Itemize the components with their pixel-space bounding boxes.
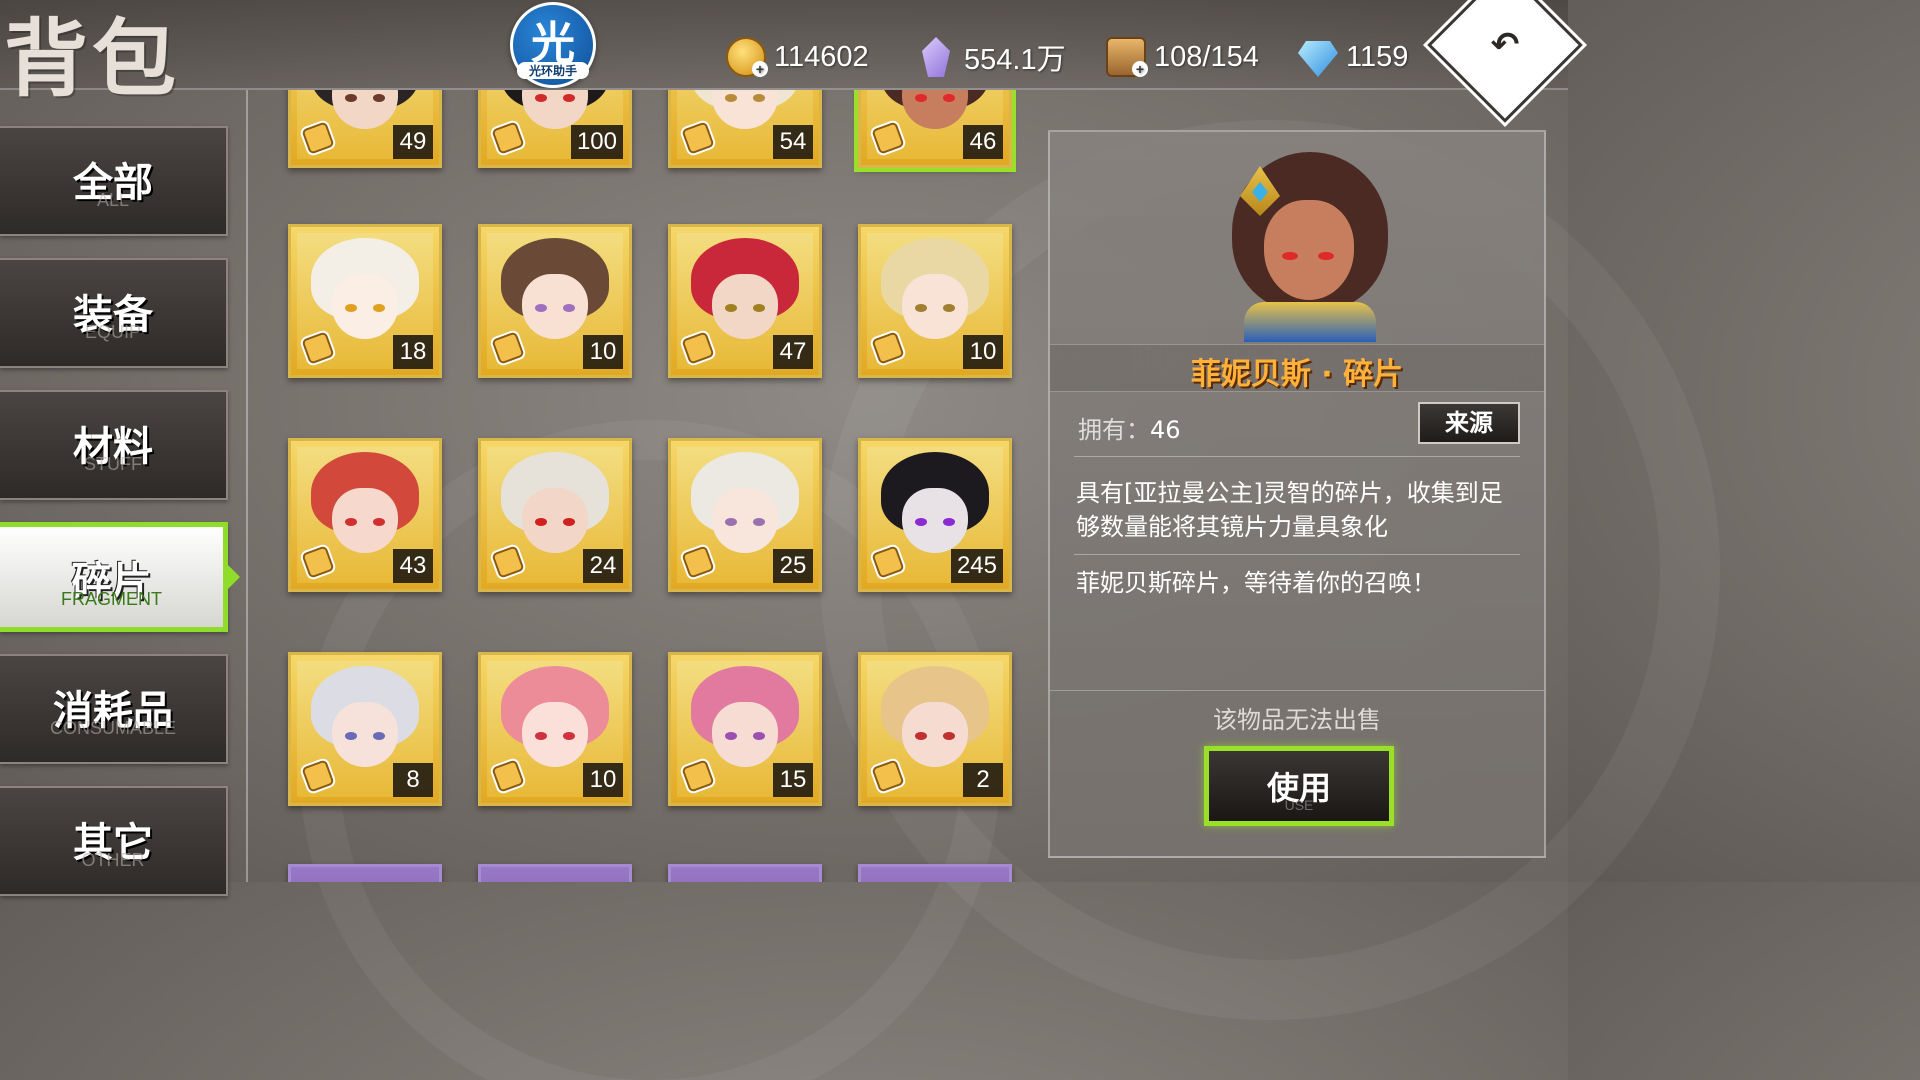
fragment-card[interactable]: 10	[858, 224, 1012, 378]
fragment-card[interactable]: 25	[668, 438, 822, 592]
treasure-chest-icon: +	[1106, 37, 1148, 77]
fragment-card[interactable]: 100	[478, 90, 632, 168]
crystal-value: 554.1万	[964, 44, 1066, 76]
active-tab-indicator	[228, 565, 240, 589]
owned-label: 拥有：	[1078, 416, 1150, 444]
fragment-card[interactable]: 10	[478, 652, 632, 806]
fragment-card[interactable]: 15	[668, 652, 822, 806]
fragment-count: 10	[963, 335, 1003, 369]
fragment-count: 245	[950, 549, 1003, 583]
use-button-sublabel: USE	[1284, 797, 1314, 813]
fragment-card[interactable]: 54	[668, 90, 822, 168]
crystal-resource[interactable]: 554.1万	[916, 34, 1066, 80]
tab-sublabel: OTHER	[81, 850, 145, 870]
divider	[1074, 554, 1520, 555]
fragment-count: 18	[393, 335, 433, 369]
fragment-card[interactable]: 24	[478, 438, 632, 592]
helper-badge[interactable]: 光 光环助手	[510, 2, 596, 88]
fragment-count: 49	[393, 125, 433, 159]
fragment-count: 47	[773, 335, 813, 369]
gold-resource[interactable]: + 114602	[726, 34, 869, 80]
source-button[interactable]: 来源	[1418, 402, 1520, 444]
fragment-count: 15	[773, 763, 813, 797]
tab-sublabel: FRAGMENT	[61, 589, 162, 609]
top-bar: 背包 光 光环助手 + 114602 554.1万 + 108/154 1159	[0, 0, 1568, 108]
purple-crystal-icon	[922, 37, 950, 77]
fragment-card[interactable]: 18	[288, 224, 442, 378]
fragment-count: 24	[583, 549, 623, 583]
fragment-count: 8	[393, 763, 433, 797]
tab-equip[interactable]: 装备 EQUIP	[0, 258, 228, 368]
item-name: 菲妮贝斯 · 碎片	[1190, 357, 1404, 392]
item-flavor-text: 菲妮贝斯碎片，等待着你的召唤！	[1076, 569, 1436, 597]
sidebar-divider	[246, 90, 248, 882]
tab-stuff[interactable]: 材料 STUFF	[0, 390, 228, 500]
tab-other[interactable]: 其它 OTHER	[0, 786, 228, 896]
fragment-grid: 49 100 54 46 18 10 47 10 43 24 25 245 8 10 15 2	[260, 90, 1040, 882]
fragment-card[interactable]: 8	[288, 652, 442, 806]
tab-sublabel: CONSUMABLE	[49, 718, 177, 738]
fragment-card[interactable]: 10	[478, 224, 632, 378]
blue-diamond-icon	[1298, 41, 1338, 77]
no-sell-notice: 该物品无法出售	[1213, 706, 1381, 734]
fragment-card[interactable]	[858, 864, 1012, 882]
fragment-card[interactable]	[288, 864, 442, 882]
use-button[interactable]: 使用 USE	[1204, 746, 1394, 826]
fragment-count: 25	[773, 549, 813, 583]
tab-sublabel: ALL	[96, 190, 130, 210]
item-detail-panel: 菲妮贝斯 · 碎片 拥有：46 来源 具有[亚拉曼公主]灵智的碎片，收集到足够数…	[1048, 130, 1546, 858]
fragment-card[interactable]	[668, 864, 822, 882]
diamond-resource[interactable]: 1159	[1298, 34, 1408, 80]
gold-coin-icon: +	[726, 37, 768, 77]
fragment-card[interactable]	[478, 864, 632, 882]
helper-badge-label: 光环助手	[517, 62, 589, 79]
item-name-bar: 菲妮贝斯 · 碎片	[1050, 344, 1544, 392]
fragment-card[interactable]: 47	[668, 224, 822, 378]
fragment-count: 100	[570, 125, 623, 159]
fragment-card[interactable]: 46	[858, 90, 1012, 168]
fragment-count: 2	[963, 763, 1003, 797]
fragment-card[interactable]: 49	[288, 90, 442, 168]
page-title: 背包	[4, 9, 181, 108]
divider	[1074, 456, 1520, 457]
fragment-card[interactable]: 43	[288, 438, 442, 592]
character-portrait	[1220, 142, 1396, 342]
tab-consumable[interactable]: 消耗品 CONSUMABLE	[0, 654, 228, 764]
diamond-value: 1159	[1346, 40, 1409, 73]
gold-value: 114602	[774, 40, 869, 73]
fragment-count: 54	[773, 125, 813, 159]
owned-value: 46	[1150, 416, 1181, 444]
item-description: 具有[亚拉曼公主]灵智的碎片，收集到足够数量能将其镜片力量具象化	[1076, 479, 1503, 541]
owned-count: 拥有：46	[1078, 410, 1181, 445]
fragment-card[interactable]: 2	[858, 652, 1012, 806]
fragment-card[interactable]: 245	[858, 438, 1012, 592]
tab-sublabel: EQUIP	[84, 322, 141, 342]
bag-capacity-resource[interactable]: + 108/154	[1106, 34, 1259, 80]
fragment-count: 46	[963, 125, 1003, 159]
tab-sublabel: STUFF	[84, 454, 142, 474]
tab-all[interactable]: 全部 ALL	[0, 126, 228, 236]
bag-capacity-value: 108/154	[1154, 40, 1259, 73]
return-arrow-icon[interactable]: ↶	[1482, 22, 1528, 68]
fragment-count: 43	[393, 549, 433, 583]
fragment-count: 10	[583, 763, 623, 797]
fragment-count: 10	[583, 335, 623, 369]
tab-fragment[interactable]: 碎片 FRAGMENT	[0, 522, 228, 632]
